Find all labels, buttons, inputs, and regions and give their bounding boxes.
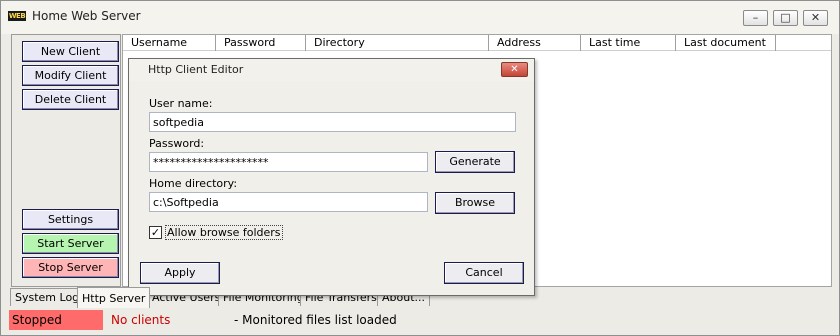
http-client-editor-dialog: Http Client Editor ✕ User name: Password… xyxy=(128,58,535,296)
column-password[interactable]: Password xyxy=(216,35,306,51)
browse-button[interactable]: Browse xyxy=(435,192,515,214)
window-title: Home Web Server xyxy=(32,9,141,23)
username-field[interactable] xyxy=(149,112,516,132)
server-status: Stopped xyxy=(9,310,103,330)
title-bar[interactable]: WEB Home Web Server – □ ✕ xyxy=(1,1,839,34)
maximize-icon: □ xyxy=(780,11,791,24)
close-icon: ✕ xyxy=(510,64,519,75)
delete-client-button[interactable]: Delete Client xyxy=(22,89,119,110)
client-actions-panel: New Client Modify Client Delete Client S… xyxy=(11,34,121,287)
username-label: User name: xyxy=(149,97,213,110)
column-last-document[interactable]: Last document xyxy=(676,35,776,51)
close-button[interactable]: ✕ xyxy=(803,10,828,26)
modify-client-button[interactable]: Modify Client xyxy=(22,65,119,86)
status-message: - Monitored files list loaded xyxy=(234,313,397,327)
minimize-icon: – xyxy=(752,11,759,24)
tab-system-log[interactable]: System Log xyxy=(10,288,85,306)
clients-list-header: Username Password Directory Address Last… xyxy=(123,35,831,51)
settings-button[interactable]: Settings xyxy=(22,209,119,230)
checkmark-icon: ✓ xyxy=(150,226,161,239)
column-directory[interactable]: Directory xyxy=(306,35,489,51)
apply-button[interactable]: Apply xyxy=(140,262,220,284)
minimize-button[interactable]: – xyxy=(743,10,768,26)
allow-browse-checkbox[interactable]: ✓ xyxy=(149,226,162,239)
status-bar: Stopped No clients - Monitored files lis… xyxy=(1,310,839,335)
dialog-title: Http Client Editor xyxy=(148,63,244,76)
new-client-button[interactable]: New Client xyxy=(22,41,119,62)
home-directory-label: Home directory: xyxy=(149,177,238,190)
maximize-button[interactable]: □ xyxy=(773,10,798,26)
stop-server-button[interactable]: Stop Server xyxy=(22,257,119,278)
app-logo-icon: WEB xyxy=(8,11,26,21)
dialog-close-button[interactable]: ✕ xyxy=(501,62,528,77)
password-field[interactable] xyxy=(149,152,428,172)
column-username[interactable]: Username xyxy=(123,35,216,51)
close-icon: ✕ xyxy=(810,11,821,24)
column-last-time[interactable]: Last time xyxy=(581,35,676,51)
column-address[interactable]: Address xyxy=(489,35,581,51)
clients-status: No clients xyxy=(111,313,171,327)
tab-http-server[interactable]: Http Server xyxy=(77,287,151,308)
cancel-button[interactable]: Cancel xyxy=(444,262,524,284)
home-directory-field[interactable] xyxy=(149,192,428,212)
password-label: Password: xyxy=(149,137,205,150)
main-window: WEB Home Web Server – □ ✕ New Client Mod… xyxy=(0,0,840,336)
dialog-title-bar[interactable]: Http Client Editor ✕ xyxy=(129,59,534,81)
allow-browse-label[interactable]: Allow browse folders xyxy=(165,225,283,240)
generate-password-button[interactable]: Generate xyxy=(435,151,515,173)
start-server-button[interactable]: Start Server xyxy=(22,233,119,254)
